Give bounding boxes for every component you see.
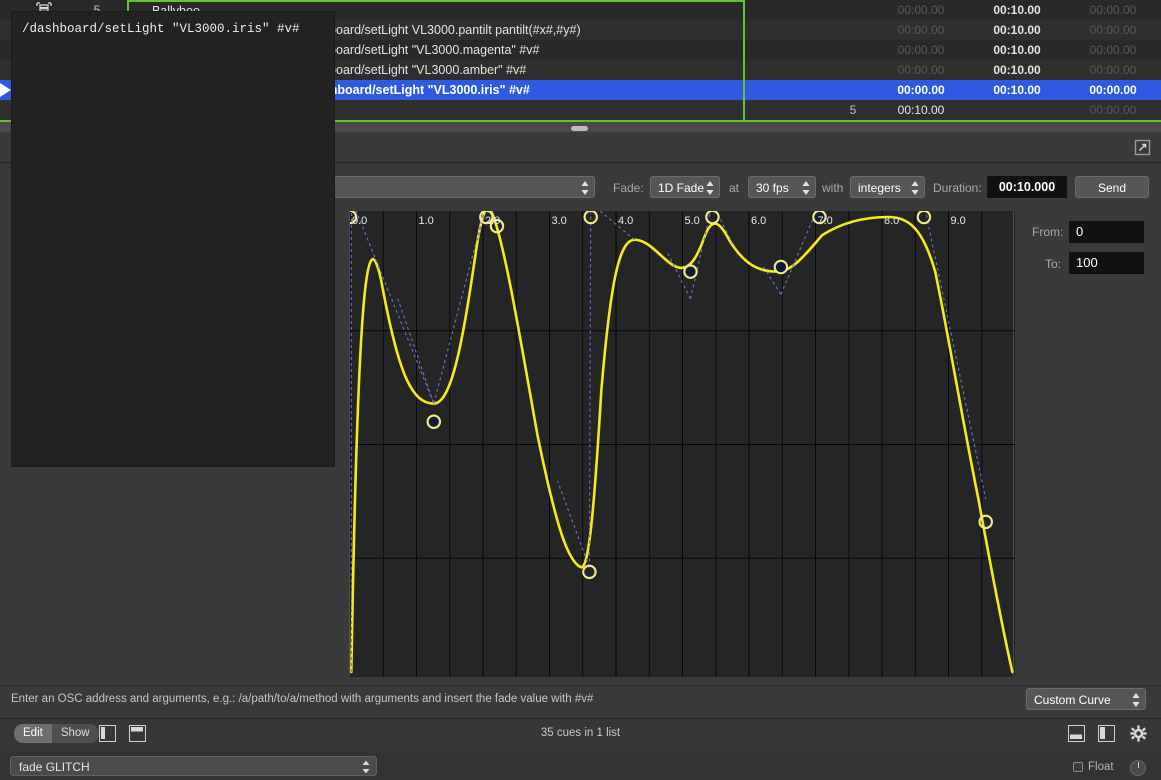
post-wait-cell: 00:00.00 (1065, 83, 1161, 97)
x-axis-tick-label: 4.0 (618, 215, 633, 227)
fade-type-select[interactable]: 1D Fade (650, 176, 720, 198)
right-panel-icon[interactable] (1098, 725, 1115, 742)
duration-field[interactable]: 00:10.000 (987, 176, 1067, 198)
chevron-updown-icon (361, 757, 371, 780)
from-field[interactable]: 0 (1069, 221, 1144, 243)
fade-curve-graph[interactable] (350, 211, 1015, 677)
chevron-updown-icon (580, 177, 590, 199)
cue-list-select[interactable]: fade GLITCH (10, 756, 377, 776)
to-field[interactable]: 100 (1069, 252, 1144, 274)
x-axis-tick-label: 7.0 (818, 215, 833, 227)
chevron-updown-icon (801, 177, 811, 199)
fps-value: 30 fps (756, 181, 789, 195)
at-label: at (729, 181, 739, 195)
horizontal-scrollbar-thumb[interactable] (571, 126, 588, 131)
duration-label: Duration: (933, 181, 982, 195)
x-axis-tick-label: 5.0 (685, 215, 700, 227)
chevron-updown-icon (910, 177, 920, 199)
pre-wait-cell: 00:00.00 (873, 3, 969, 17)
level-knob-icon[interactable] (1130, 760, 1146, 776)
playhead-marker (0, 83, 11, 97)
bottom-panel-icon[interactable] (1068, 725, 1085, 742)
curve-preset-select[interactable]: Custom Curve (1026, 688, 1146, 710)
osc-message-textarea[interactable]: /dashboard/setLight "VL3000.iris" #v# (11, 11, 335, 467)
curve-handle[interactable] (583, 566, 595, 578)
pre-wait-cell: 00:00.00 (873, 23, 969, 37)
help-text: Enter an OSC address and arguments, e.g.… (11, 693, 593, 705)
pre-wait-cell: 00:00.00 (873, 63, 969, 77)
cue-list-select-value: fade GLITCH (19, 760, 90, 774)
open-in-new-window-icon[interactable] (1134, 139, 1151, 156)
float-label: Float (1088, 761, 1114, 773)
x-axis-tick-label: 2.0 (485, 215, 500, 227)
chevron-updown-icon (1131, 689, 1141, 711)
pre-wait-cell: 00:00.00 (873, 83, 969, 97)
curve-handle[interactable] (775, 261, 787, 273)
fade-label: Fade: (613, 181, 644, 195)
duration-cell: 00:10.00 (969, 83, 1065, 97)
curve-preset-value: Custom Curve (1034, 693, 1111, 707)
fps-select[interactable]: 30 fps (748, 176, 816, 198)
number-type-select[interactable]: integers (850, 176, 925, 198)
from-label: From: (1032, 225, 1063, 239)
chevron-updown-icon (705, 177, 715, 199)
post-wait-cell: 00:00.00 (1065, 23, 1161, 37)
curve-handle[interactable] (428, 416, 440, 428)
gear-icon[interactable] (1130, 725, 1147, 742)
fade-type-value: 1D Fade (658, 181, 704, 195)
curve-handle[interactable] (706, 211, 718, 223)
cue-count-label: 35 cues in 1 list (0, 727, 1161, 739)
post-wait-cell: 00:00.00 (1065, 3, 1161, 17)
x-axis-tick-label: 1.0 (419, 215, 434, 227)
post-wait-cell: 00:00.00 (1065, 63, 1161, 77)
curve-handle[interactable] (918, 211, 930, 223)
cue-target-number-cell: 5 (833, 103, 873, 117)
curve-handle[interactable] (684, 265, 696, 277)
x-axis-tick-label: 0.0 (352, 215, 367, 227)
x-axis-tick-label: 8.0 (884, 215, 899, 227)
x-axis-tick-label: 3.0 (552, 215, 567, 227)
post-wait-cell: 00:00.00 (1065, 103, 1161, 117)
duration-cell: 00:10.00 (969, 23, 1065, 37)
pre-wait-cell: 00:10.00 (873, 103, 969, 117)
with-label: with (822, 181, 843, 195)
to-label: To: (1045, 257, 1061, 271)
fade-curve-editor[interactable] (349, 211, 1014, 677)
duration-cell: 00:10.00 (969, 3, 1065, 17)
pre-wait-cell: 00:00.00 (873, 43, 969, 57)
x-axis-tick-label: 9.0 (951, 215, 966, 227)
send-button[interactable]: Send (1075, 176, 1149, 198)
post-wait-cell: 00:00.00 (1065, 43, 1161, 57)
cue-editor-window: 5⌄ Ballyhoo00:00.0000:10.0000:00.001 · l… (0, 0, 1161, 780)
float-checkbox[interactable] (1073, 762, 1083, 772)
range-panel (1015, 211, 1161, 685)
duration-cell: 00:10.00 (969, 63, 1065, 77)
x-axis-tick-label: 6.0 (751, 215, 766, 227)
number-type-value: integers (858, 181, 901, 195)
duration-cell: 00:10.00 (969, 43, 1065, 57)
